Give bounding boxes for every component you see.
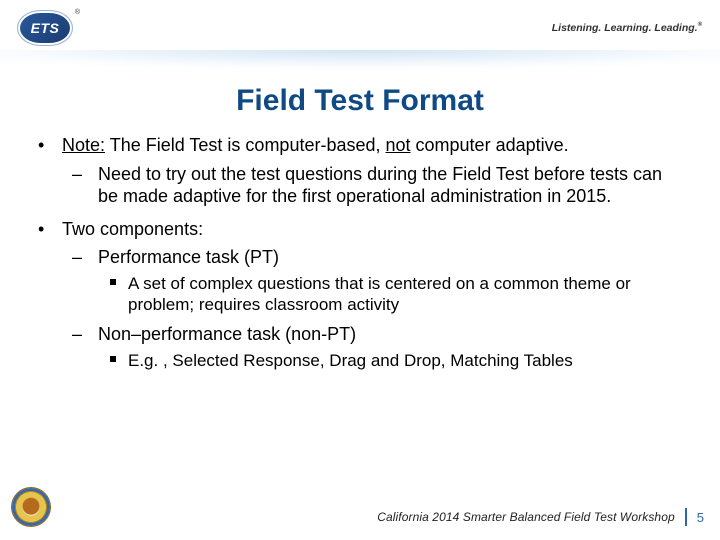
dash-text: Non–performance task (non-PT) [98, 324, 356, 344]
dash-item: Non–performance task (non-PT) E.g. , Sel… [62, 323, 686, 371]
bullet-text: Note: The Field Test is computer-based, … [62, 135, 569, 155]
slide-footer: California 2014 Smarter Balanced Field T… [377, 508, 704, 526]
slide-body: Note: The Field Test is computer-based, … [0, 118, 720, 371]
footer-text: California 2014 Smarter Balanced Field T… [377, 510, 675, 524]
square-text: A set of complex questions that is cente… [128, 274, 631, 314]
dash-text: Need to try out the test questions durin… [98, 164, 662, 207]
dash-item: Need to try out the test questions durin… [62, 163, 686, 208]
ets-logo-text: ETS [31, 20, 60, 36]
square-text: E.g. , Selected Response, Drag and Drop,… [128, 351, 573, 370]
dash-text: Performance task (PT) [98, 247, 279, 267]
dash-item: Performance task (PT) A set of complex q… [62, 246, 686, 315]
ets-logo-icon: ETS [18, 11, 72, 45]
bullet-text: Two components: [62, 219, 203, 239]
square-item: E.g. , Selected Response, Drag and Drop,… [98, 350, 686, 371]
state-seal-icon [12, 488, 50, 526]
header-gradient-band [0, 50, 720, 76]
page-number: 5 [697, 510, 704, 525]
bullet-item: Note: The Field Test is computer-based, … [34, 134, 686, 208]
header-tagline: Listening. Learning. Leading. [552, 22, 702, 34]
slide-header: ETS Listening. Learning. Leading. [0, 0, 720, 56]
square-item: A set of complex questions that is cente… [98, 273, 686, 316]
footer-divider [685, 508, 687, 526]
bullet-item: Two components: Performance task (PT) A … [34, 218, 686, 371]
slide-title: Field Test Format [0, 84, 720, 118]
